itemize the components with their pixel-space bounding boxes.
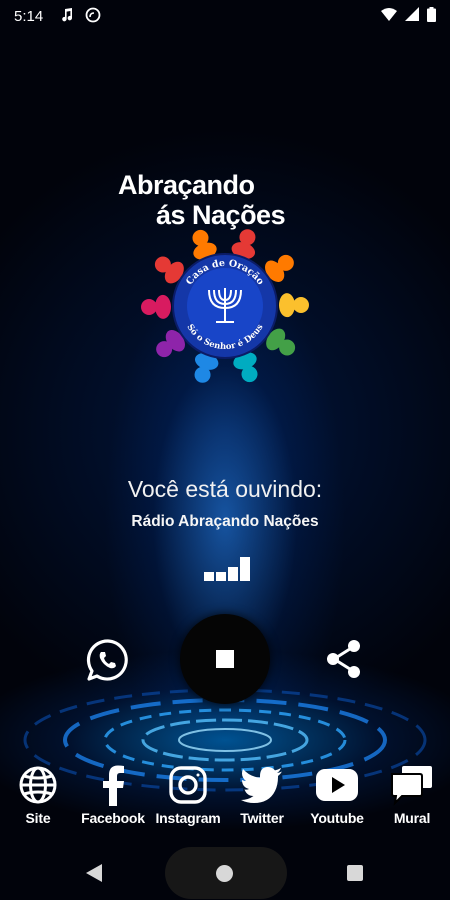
- social-label: Site: [25, 810, 51, 826]
- logo-person-head: [292, 296, 309, 313]
- social-facebook[interactable]: Facebook: [73, 762, 153, 826]
- stop-button[interactable]: [180, 614, 270, 704]
- logo-person-body: [278, 293, 295, 318]
- listening-label: Você está ouvindo:: [127, 476, 323, 502]
- recents-button[interactable]: [347, 865, 363, 881]
- social-links: Site Facebook Instagram Twitter Youtube …: [0, 762, 450, 832]
- home-button[interactable]: [216, 865, 233, 882]
- social-twitter[interactable]: Twitter: [222, 762, 302, 826]
- logo-title: Abraçando ás Nações: [118, 170, 334, 230]
- social-instagram[interactable]: Instagram: [148, 762, 228, 826]
- logo-person-head: [279, 339, 296, 356]
- logo-person-head: [141, 299, 158, 316]
- social-label: Youtube: [310, 810, 364, 826]
- social-label: Instagram: [155, 810, 221, 826]
- status-time: 5:14: [14, 7, 44, 25]
- facebook-icon: [73, 762, 153, 808]
- status-bar: 5:14: [0, 0, 450, 32]
- social-label: Mural: [393, 810, 431, 826]
- music-note-icon: [61, 7, 73, 25]
- social-site[interactable]: Site: [0, 762, 78, 826]
- navigation-bar: [0, 844, 450, 900]
- youtube-icon: [297, 762, 377, 808]
- social-youtube[interactable]: Youtube: [297, 762, 377, 826]
- station-logo: Abraçando ás Nações Casa de Oração Só o …: [118, 170, 334, 390]
- equalizer-icon: [204, 557, 250, 581]
- logo-title-line1: Abraçando: [118, 170, 255, 200]
- social-mural[interactable]: Mural: [372, 762, 450, 826]
- logo-person-head: [194, 366, 211, 383]
- logo-person-head: [192, 229, 209, 246]
- logo-person-head: [277, 254, 294, 271]
- logo-person-head: [156, 341, 173, 358]
- globe-icon: [0, 762, 78, 808]
- wifi-icon: [381, 7, 397, 25]
- social-label: Twitter: [240, 810, 284, 826]
- back-icon: [86, 864, 102, 882]
- logo-person-head: [241, 366, 258, 383]
- share-icon: [327, 640, 360, 678]
- logo-person-head: [154, 256, 171, 273]
- station-name: Rádio Abraçando Nações: [131, 513, 319, 530]
- chat-icon: [372, 762, 450, 808]
- whatsapp-button[interactable]: [86, 638, 130, 682]
- signal-icon: [405, 7, 419, 25]
- share-button[interactable]: [323, 638, 365, 680]
- logo-emblem: Casa de Oração Só o Senhor é Deus: [141, 229, 309, 383]
- stop-icon: [216, 650, 234, 668]
- cast-icon: [85, 7, 101, 26]
- logo-person-head: [239, 229, 256, 246]
- logo-person-body: [155, 294, 172, 319]
- back-button[interactable]: [86, 864, 102, 887]
- battery-icon: [427, 6, 436, 26]
- instagram-icon: [148, 762, 228, 808]
- social-label: Facebook: [81, 810, 145, 826]
- twitter-icon: [222, 762, 302, 808]
- whatsapp-icon: [86, 639, 128, 681]
